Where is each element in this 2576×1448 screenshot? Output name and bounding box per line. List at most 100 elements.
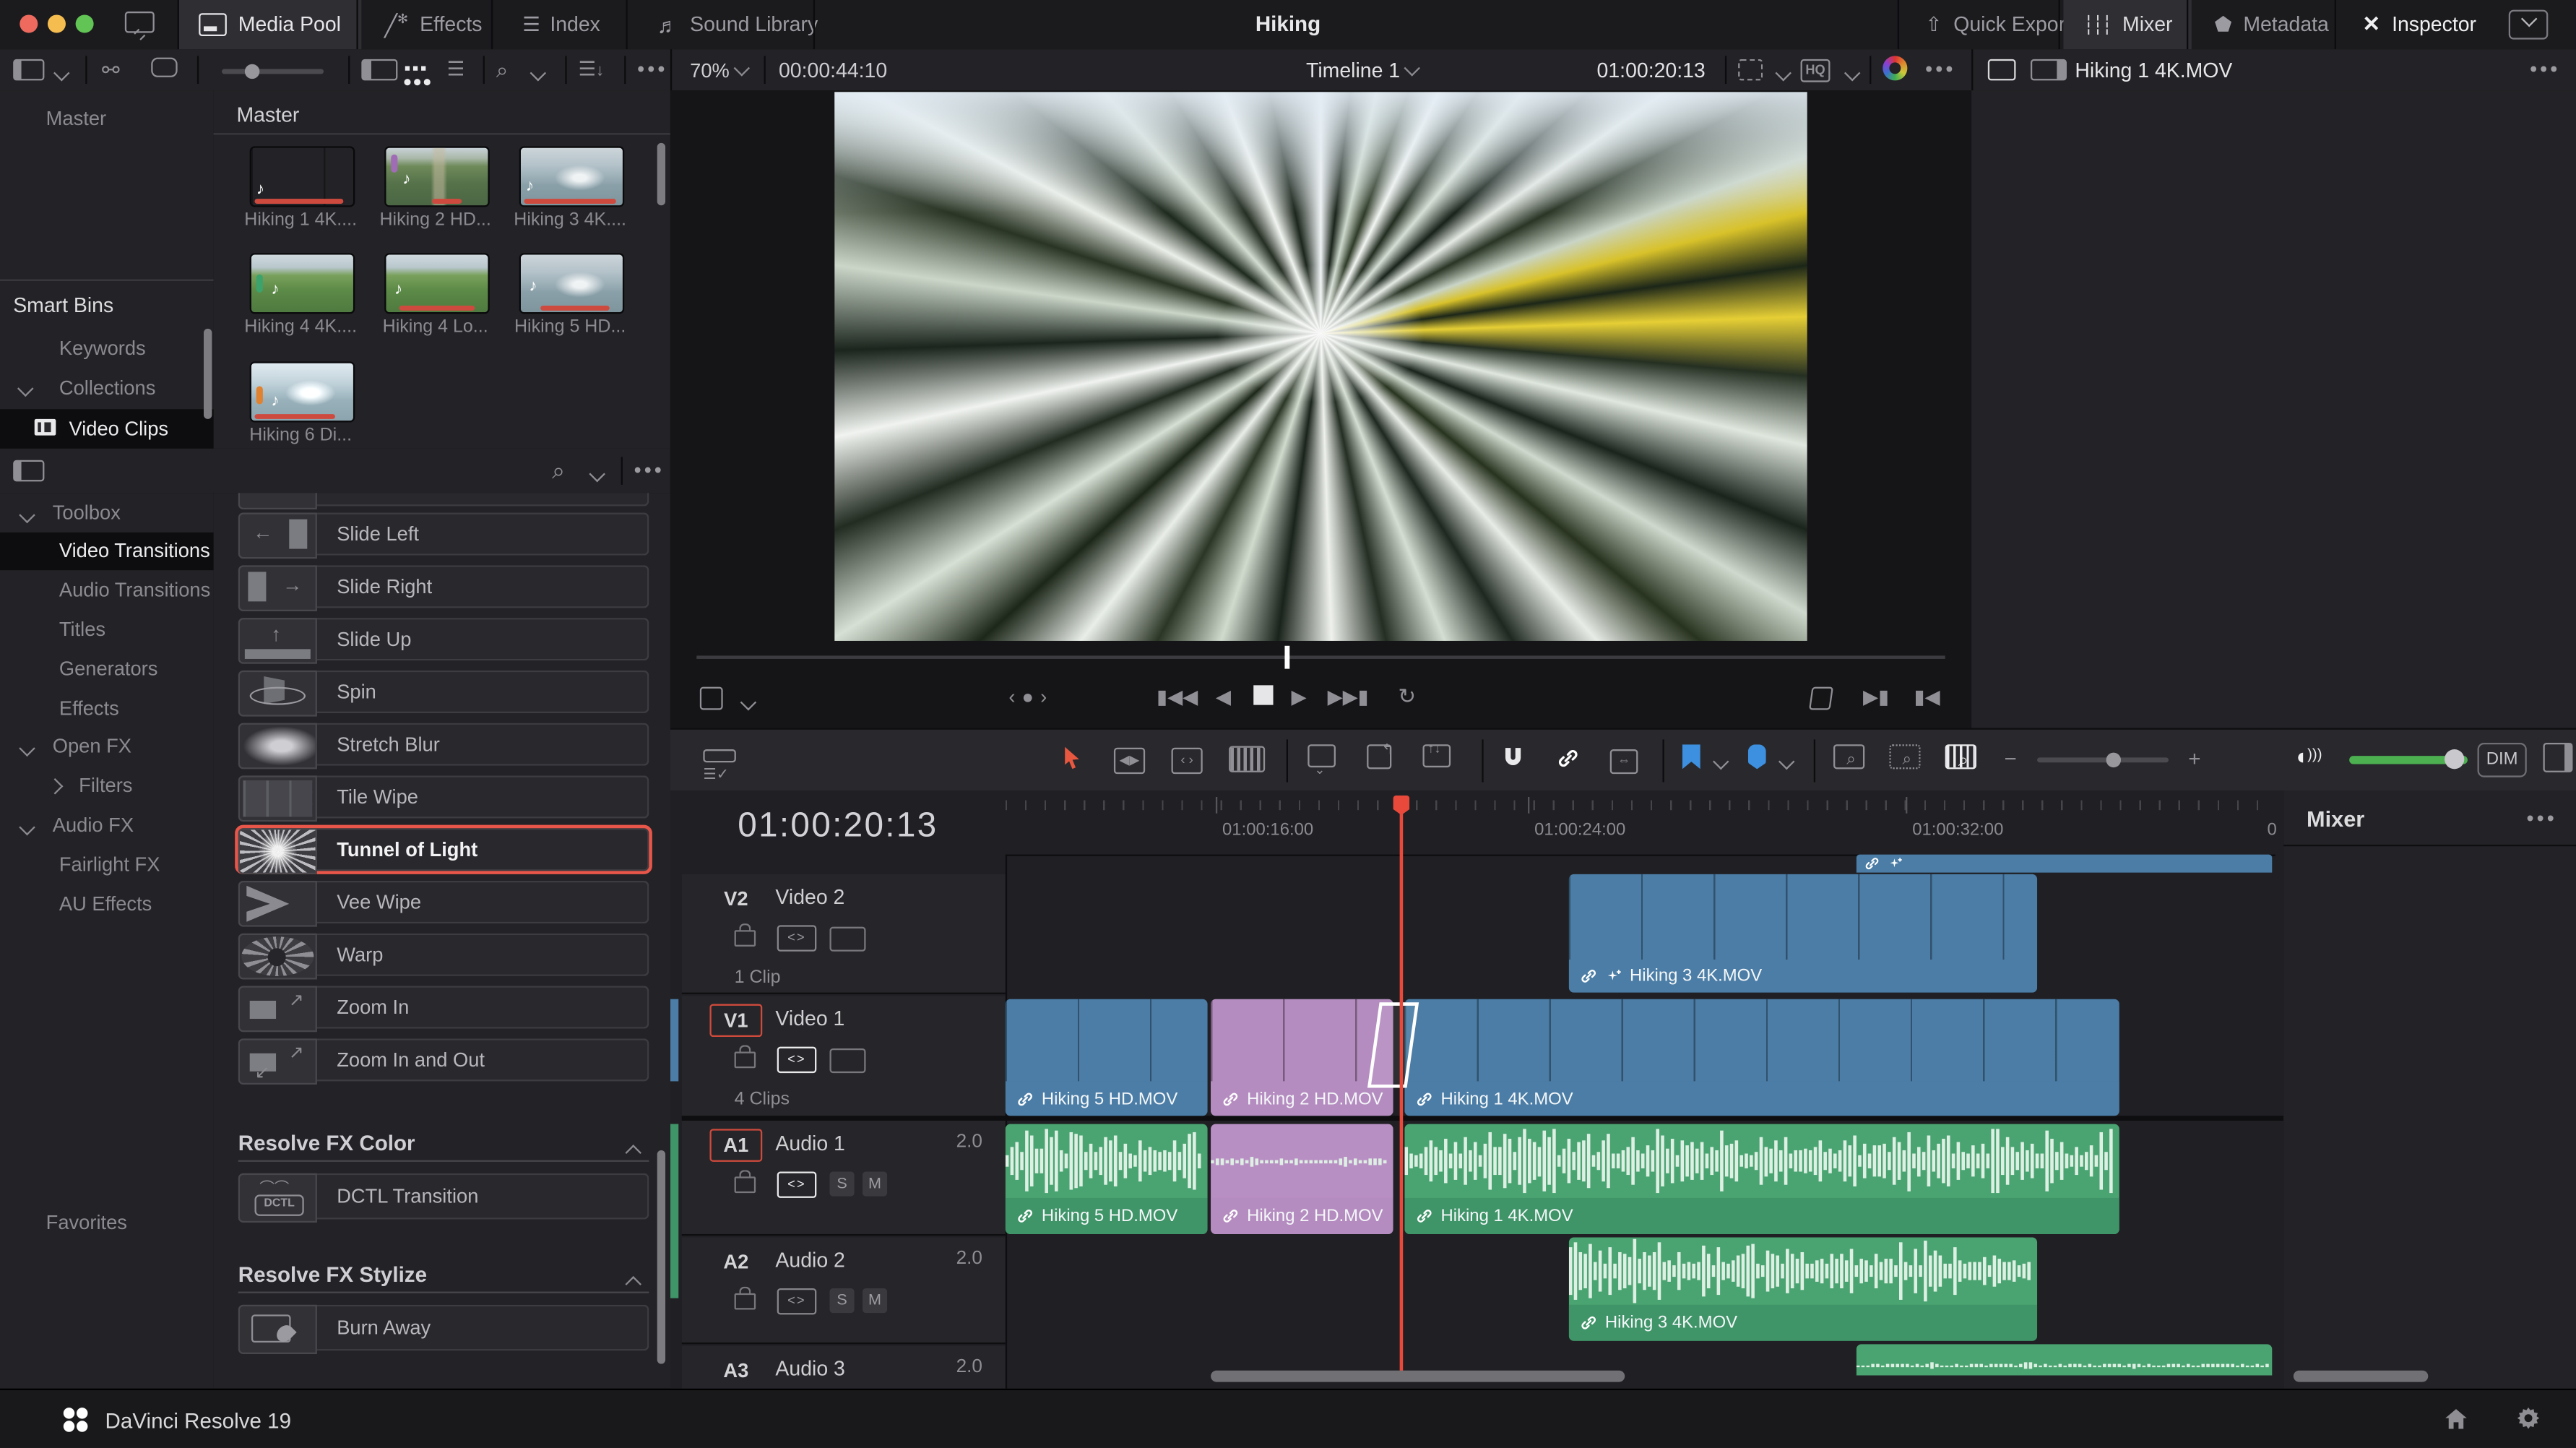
transition-slide-right[interactable]: → Slide Right	[238, 565, 649, 608]
bin-sidebar-scrollbar[interactable]	[204, 329, 212, 419]
go-to-last-frame-button[interactable]: ▶▶▮	[1328, 685, 1369, 708]
timeline-audio-a1-hiking2[interactable]: Hiking 2 HD.MOV	[1211, 1124, 1393, 1234]
unlink-bin-icon[interactable]: ⚯	[102, 58, 120, 84]
viewer-zoom-select[interactable]: 70%	[690, 59, 748, 82]
track-badge[interactable]: A3	[709, 1354, 762, 1387]
previous-edit-icon[interactable]: ▮◀	[1914, 685, 1940, 708]
media-clip-name[interactable]: Hiking 4 Lo...	[368, 317, 502, 337]
track-autoselect-icon[interactable]: <>	[777, 1172, 817, 1198]
view-list-icon[interactable]: ☰	[447, 58, 464, 81]
track-header-v2[interactable]: V2 Video 2 <> 1 Clip	[682, 874, 1006, 994]
track-header-a1[interactable]: A1 Audio 1 2.0 <> S M	[682, 1121, 1006, 1236]
monitor-volume-slider[interactable]	[2349, 756, 2468, 764]
transition-tile-wipe[interactable]: Tile Wipe	[238, 775, 649, 818]
toolbox-chevron-icon[interactable]	[22, 506, 33, 529]
sidebar-audio-transitions[interactable]: Audio Transitions	[59, 579, 210, 602]
track-header-a3[interactable]: A3 Audio 3 2.0	[682, 1346, 1006, 1389]
track-solo-button[interactable]: S	[829, 1288, 854, 1313]
track-lock-icon[interactable]	[735, 1176, 756, 1193]
transition-slide-left[interactable]: ← Slide Left	[238, 513, 649, 556]
window-minimize-button[interactable]	[48, 14, 66, 33]
transition-tunnel-of-light[interactable]: Tunnel of Light	[238, 828, 649, 871]
media-search-icon[interactable]: ⌕	[496, 58, 509, 84]
timeline-clip-v1-hiking2[interactable]: Hiking 2 HD.MOV	[1211, 999, 1393, 1116]
timeline-clip-partial-v3[interactable]	[1857, 855, 2272, 873]
flag-chevron[interactable]	[1708, 753, 1726, 776]
openfx-chevron-icon[interactable]	[22, 739, 33, 762]
stop-button[interactable]	[1253, 685, 1273, 704]
media-clip-thumb[interactable]: ♪	[250, 361, 355, 422]
proxy-chevron[interactable]	[1840, 64, 1858, 87]
media-search-chevron[interactable]	[526, 64, 544, 87]
tab-effects[interactable]: ╱✻ Effects	[365, 0, 502, 49]
timeline-clip-v1-hiking5[interactable]: Hiking 5 HD.MOV	[1006, 999, 1208, 1116]
bin-collections[interactable]: Collections	[59, 376, 156, 400]
transitions-scrollbar[interactable]	[657, 1150, 665, 1364]
fx-burn-away[interactable]: Burn Away	[238, 1305, 649, 1351]
viewer-crop-icon[interactable]	[700, 687, 723, 715]
tab-metadata[interactable]: ⬟ Metadata	[2195, 0, 2348, 49]
fit-frame-chevron[interactable]	[1771, 64, 1789, 87]
sidebar-toolbox[interactable]: Toolbox	[53, 501, 121, 525]
timeline-zoom-slider[interactable]	[2037, 757, 2169, 762]
sort-icon[interactable]: ☰↓	[579, 58, 605, 81]
snapping-magnet-toggle[interactable]	[1502, 746, 1525, 770]
proxy-hq-icon[interactable]: HQ	[1801, 59, 1831, 82]
tab-sound-library[interactable]: ♬ Sound Library	[637, 0, 837, 49]
audio-monitor-speaker-icon[interactable]: ◖)))	[2294, 743, 2322, 769]
mixer-options-icon[interactable]: •••	[2527, 807, 2557, 830]
sidebar-effects[interactable]: Effects	[59, 697, 119, 720]
sidebar-favorites[interactable]: Favorites	[46, 1211, 127, 1234]
inspector-clip-icon[interactable]	[1988, 59, 2016, 85]
track-film-icon[interactable]	[829, 1048, 865, 1072]
fx-dctl-transition[interactable]: DCTL⌒⌒ DCTL Transition	[238, 1173, 649, 1220]
timeline-audio-a2-hiking3[interactable]: Hiking 3 4K.MOV	[1569, 1237, 2037, 1340]
mixer-horizontal-scrollbar[interactable]	[2294, 1371, 2428, 1382]
track-mute-button[interactable]: M	[863, 1288, 887, 1313]
home-icon[interactable]	[2445, 1408, 2468, 1434]
mixer-panel-toggle-icon[interactable]	[2543, 743, 2573, 777]
settings-gear-icon[interactable]	[2517, 1407, 2540, 1435]
custom-zoom-button[interactable]: ⌕	[1945, 744, 1976, 774]
transition-stretch-blur[interactable]: Stretch Blur	[238, 723, 649, 766]
media-pool-options-icon[interactable]: •••	[637, 58, 667, 81]
jog-control[interactable]: ‹●›	[1008, 685, 1053, 708]
fit-frame-icon[interactable]	[1738, 59, 1763, 85]
inspector-options-icon[interactable]: •••	[2530, 58, 2560, 81]
effects-search-chevron[interactable]	[585, 465, 603, 488]
viewer-video-frame[interactable]	[834, 92, 1807, 641]
sidebar-audio-fx[interactable]: Audio FX	[53, 814, 134, 837]
sidebar-generators[interactable]: Generators	[59, 658, 158, 681]
media-clip-name[interactable]: Hiking 5 HD...	[503, 317, 637, 337]
track-autoselect-icon[interactable]: <>	[777, 1047, 817, 1073]
play-reverse-button[interactable]: ◀	[1216, 685, 1231, 708]
tab-mixer[interactable]: ┆┆┆ Mixer	[2063, 0, 2192, 49]
match-frame-icon[interactable]	[1810, 687, 1832, 715]
flag-tool[interactable]	[1682, 744, 1700, 769]
sidebar-open-fx[interactable]: Open FX	[53, 735, 131, 758]
resolve-fx-stylize-header[interactable]: Resolve FX Stylize	[238, 1262, 427, 1287]
timeline-audio-a1-hiking5[interactable]: Hiking 5 HD.MOV	[1006, 1124, 1208, 1234]
resolve-fx-stylize-collapse-icon[interactable]	[628, 1269, 639, 1292]
track-mute-button[interactable]: M	[863, 1172, 887, 1197]
bin-root-master[interactable]: Master	[46, 107, 106, 130]
trim-edit-mode-tool[interactable]: ◀▶	[1114, 746, 1145, 775]
tab-media-pool[interactable]: Media Pool	[179, 0, 360, 49]
transition-vee-wipe[interactable]: Vee Wipe	[238, 881, 649, 923]
full-extent-zoom-button[interactable]: ⌕	[1833, 744, 1864, 774]
media-grid-scrollbar[interactable]	[657, 143, 665, 205]
resolve-fx-color-collapse-icon[interactable]	[628, 1137, 639, 1160]
filters-chevron-icon[interactable]	[49, 777, 61, 801]
media-clip-thumb[interactable]: ♪	[384, 146, 490, 207]
viewer-scrubber[interactable]	[696, 655, 1945, 659]
track-film-icon[interactable]	[829, 926, 865, 951]
panel-toggle-icon[interactable]	[13, 59, 44, 85]
razor-edit-mode-tool[interactable]	[1229, 746, 1265, 777]
sidebar-fairlight-fx[interactable]: Fairlight FX	[59, 853, 160, 876]
bin-video-clips[interactable]: Video Clips	[0, 409, 214, 449]
track-lock-icon[interactable]	[735, 930, 756, 947]
track-badge[interactable]: A1	[709, 1129, 762, 1161]
track-header-v1[interactable]: V1 Video 1 <> 4 Clips	[682, 996, 1006, 1117]
timeline-selector[interactable]: Timeline 1	[1306, 59, 1418, 82]
media-clip-name[interactable]: Hiking 4 4K....	[233, 317, 368, 337]
